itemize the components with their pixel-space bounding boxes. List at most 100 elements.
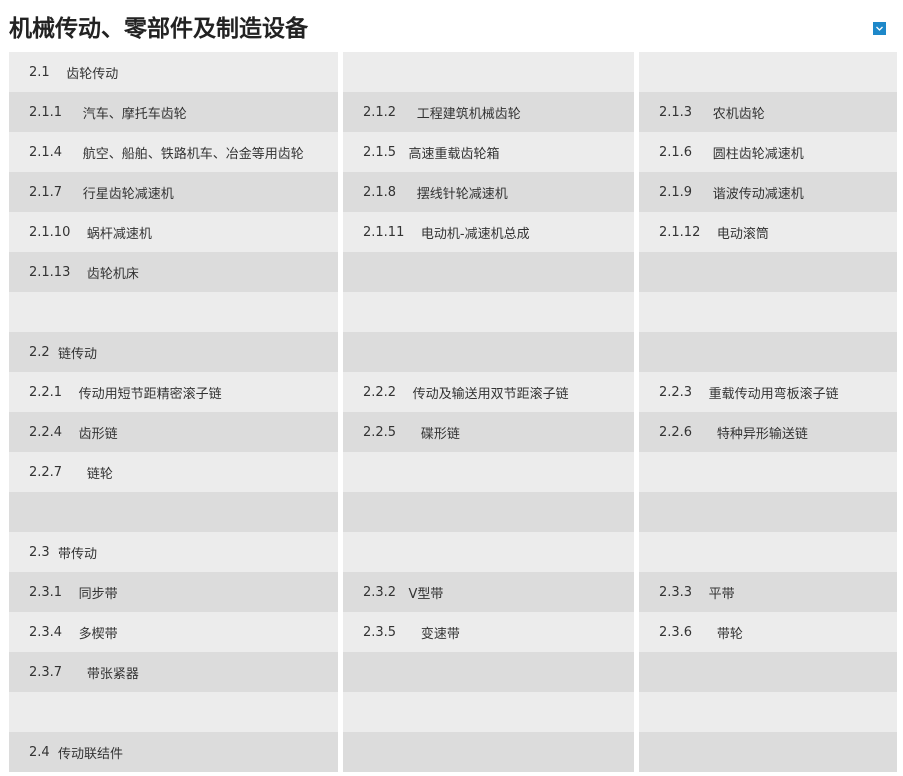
category-gap — [396, 425, 421, 440]
category-gap — [396, 145, 408, 160]
category-gap — [404, 225, 421, 240]
category-item[interactable]: 2.1.9 谐波传动减速机 — [639, 172, 897, 212]
table-row: 2.4 传动联结件 — [9, 732, 897, 772]
category-item[interactable]: 2.1.1 汽车、摩托车齿轮 — [9, 92, 338, 132]
category-label: 圆柱齿轮减速机 — [712, 146, 804, 162]
category-label: 传动联结件 — [57, 746, 123, 762]
expand-toggle-button[interactable] — [873, 22, 886, 35]
category-label: 农机齿轮 — [712, 106, 765, 122]
empty-cell — [343, 692, 634, 732]
category-gap — [62, 385, 79, 400]
category-item[interactable]: 2.1.10 蜗杆减速机 — [9, 212, 338, 252]
category-item[interactable]: 2.2 链传动 — [9, 332, 338, 372]
category-gap — [50, 345, 58, 360]
category-item[interactable]: 2.1 齿轮传动 — [9, 52, 338, 92]
category-gap — [700, 225, 717, 240]
category-item[interactable]: 2.1.3 农机齿轮 — [639, 92, 897, 132]
category-label: 高速重载齿轮箱 — [408, 146, 500, 162]
empty-cell — [639, 452, 897, 492]
category-gap — [62, 585, 79, 600]
category-item[interactable]: 2.1.13 齿轮机床 — [9, 252, 338, 292]
category-gap — [692, 625, 717, 640]
category-code: 2.1.5 — [363, 144, 397, 160]
category-code: 2.2 — [29, 344, 50, 360]
category-item[interactable]: 2.1.4 航空、船舶、铁路机车、冶金等用齿轮 — [9, 132, 338, 172]
empty-cell — [639, 52, 897, 92]
category-label: 谐波传动减速机 — [712, 186, 804, 202]
category-item[interactable]: 2.1.2 工程建筑机械齿轮 — [343, 92, 634, 132]
category-item[interactable]: 2.1.12 电动滚筒 — [639, 212, 897, 252]
category-gap — [692, 185, 713, 200]
category-item[interactable]: 2.3.4 多楔带 — [9, 612, 338, 652]
empty-cell — [639, 692, 897, 732]
category-code: 2.1.3 — [659, 104, 693, 120]
category-item[interactable]: 2.1.8 摆线针轮减速机 — [343, 172, 634, 212]
category-label: V型带 — [408, 586, 444, 602]
category-item[interactable]: 2.3.2 V型带 — [343, 572, 634, 612]
empty-cell — [343, 652, 634, 692]
category-label: 蜗杆减速机 — [86, 226, 152, 242]
category-label: 工程建筑机械齿轮 — [416, 106, 521, 122]
category-item[interactable]: 2.3.7 带张紧器 — [9, 652, 338, 692]
empty-cell — [343, 452, 634, 492]
table-row: 2.3 带传动 — [9, 532, 897, 572]
category-gap — [62, 105, 83, 120]
category-item[interactable]: 2.2.2 传动及输送用双节距滚子链 — [343, 372, 634, 412]
category-item[interactable]: 2.2.6 特种异形输送链 — [639, 412, 897, 452]
category-code: 2.1.13 — [29, 264, 71, 280]
table-row — [9, 692, 897, 732]
empty-cell — [343, 292, 634, 332]
category-code: 2.1.11 — [363, 224, 405, 240]
table-row — [9, 492, 897, 532]
page-title: 机械传动、零部件及制造设备 — [9, 16, 308, 42]
category-code: 2.3.7 — [29, 664, 63, 680]
category-item[interactable]: 2.4 传动联结件 — [9, 732, 338, 772]
category-code: 2.1 — [29, 64, 50, 80]
empty-cell — [639, 292, 897, 332]
category-code: 2.2.3 — [659, 384, 693, 400]
table-row: 2.2 链传动 — [9, 332, 897, 372]
category-item[interactable]: 2.2.1 传动用短节距精密滚子链 — [9, 372, 338, 412]
category-label: 碟形链 — [420, 426, 460, 442]
category-gap — [50, 65, 67, 80]
category-code: 2.2.7 — [29, 464, 63, 480]
category-code: 2.3.2 — [363, 584, 397, 600]
category-item[interactable]: 2.1.11 电动机-减速机总成 — [343, 212, 634, 252]
table-row: 2.2.4 齿形链 2.2.5 碟形链 2.2.6 特种异形输送链 — [9, 412, 897, 452]
category-label: 航空、船舶、铁路机车、冶金等用齿轮 — [82, 146, 304, 162]
category-code: 2.1.2 — [363, 104, 397, 120]
category-item[interactable]: 2.3.5 变速带 — [343, 612, 634, 652]
category-label: 电动机-减速机总成 — [420, 226, 530, 242]
category-item[interactable]: 2.2.7 链轮 — [9, 452, 338, 492]
table-row: 2.1.10 蜗杆减速机 2.1.11 电动机-减速机总成 2.1.12 电动滚筒 — [9, 212, 897, 252]
category-item[interactable]: 2.1.5 高速重载齿轮箱 — [343, 132, 634, 172]
category-item[interactable]: 2.1.7 行星齿轮减速机 — [9, 172, 338, 212]
category-item[interactable]: 2.2.3 重载传动用弯板滚子链 — [639, 372, 897, 412]
category-gap — [692, 585, 709, 600]
category-item[interactable]: 2.2.4 齿形链 — [9, 412, 338, 452]
category-item[interactable]: 2.3 带传动 — [9, 532, 338, 572]
category-code: 2.3.3 — [659, 584, 693, 600]
category-code: 2.4 — [29, 744, 50, 760]
category-item[interactable]: 2.3.1 同步带 — [9, 572, 338, 612]
category-item[interactable]: 2.1.6 圆柱齿轮减速机 — [639, 132, 897, 172]
category-gap — [692, 385, 709, 400]
empty-cell — [639, 732, 897, 772]
category-code: 2.2.6 — [659, 424, 693, 440]
empty-cell — [639, 332, 897, 372]
category-code: 2.1.4 — [29, 144, 63, 160]
empty-cell — [343, 52, 634, 92]
category-item[interactable]: 2.2.5 碟形链 — [343, 412, 634, 452]
category-gap — [692, 145, 713, 160]
category-label: 电动滚筒 — [716, 226, 769, 242]
category-gap — [62, 665, 87, 680]
category-item[interactable]: 2.3.6 带轮 — [639, 612, 897, 652]
empty-cell — [639, 492, 897, 532]
category-label: 带轮 — [716, 626, 743, 642]
empty-cell — [343, 732, 634, 772]
category-code: 2.3.6 — [659, 624, 693, 640]
empty-cell — [9, 292, 338, 332]
empty-cell — [639, 532, 897, 572]
category-item[interactable]: 2.3.3 平带 — [639, 572, 897, 612]
category-gap — [396, 105, 417, 120]
